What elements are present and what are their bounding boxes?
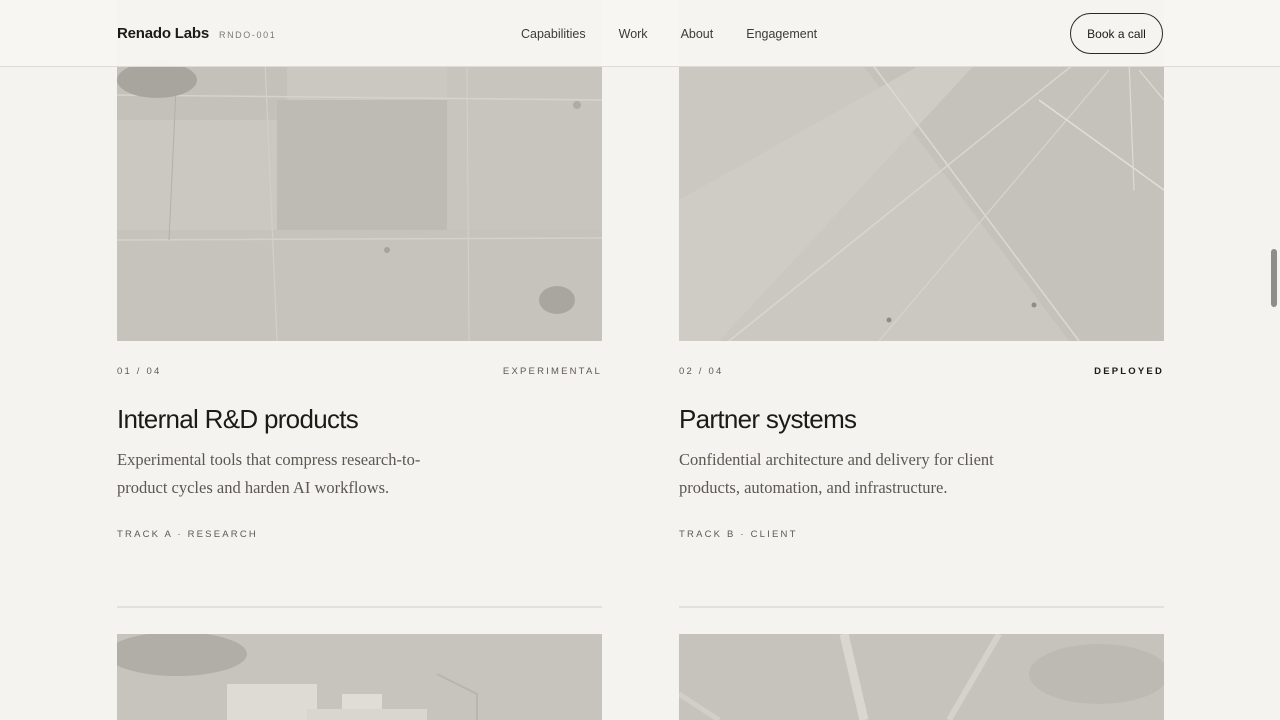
card-track: TRACK B · CLIENT [679,529,798,540]
card-description: Confidential architecture and delivery f… [679,450,994,497]
card-title[interactable]: Partner systems [679,404,857,435]
nav-about[interactable]: About [681,27,714,41]
nav-work[interactable]: Work [619,27,648,41]
card-description: Experimental tools that compress researc… [117,450,421,497]
card-meta: 02 / 04 DEPLOYED [679,366,1164,377]
site-header: Renado Labs RNDO-001 Capabilities Work A… [0,0,1280,67]
brand[interactable]: Renado Labs RNDO-001 [117,25,276,42]
scrollbar-thumb[interactable] [1271,249,1277,307]
card-divider [679,606,1164,608]
status-label: EXPERIMENTAL [502,366,602,377]
card-meta: 01 / 04 EXPERIMENTAL [117,366,602,377]
card-title[interactable]: Internal R&D products [117,404,359,435]
nav-capabilities[interactable]: Capabilities [521,27,586,41]
brand-name[interactable]: Renado Labs [117,25,209,42]
page-scrollbar[interactable] [1268,67,1280,720]
card-divider [117,606,602,608]
brand-code: RNDO-001 [218,30,277,40]
nav-engagement[interactable]: Engagement [746,27,817,41]
card-track: TRACK A · RESEARCH [117,529,258,540]
card-index: 01 / 04 [117,366,162,377]
card-index: 02 / 04 [679,366,724,377]
status-label: DEPLOYED [1094,366,1164,377]
card-image-aerial-3 [117,634,602,720]
main-nav: Capabilities Work About Engagement [521,27,817,41]
book-call-button[interactable]: Book a call [1070,13,1163,54]
card-image-aerial-4 [679,634,1164,720]
